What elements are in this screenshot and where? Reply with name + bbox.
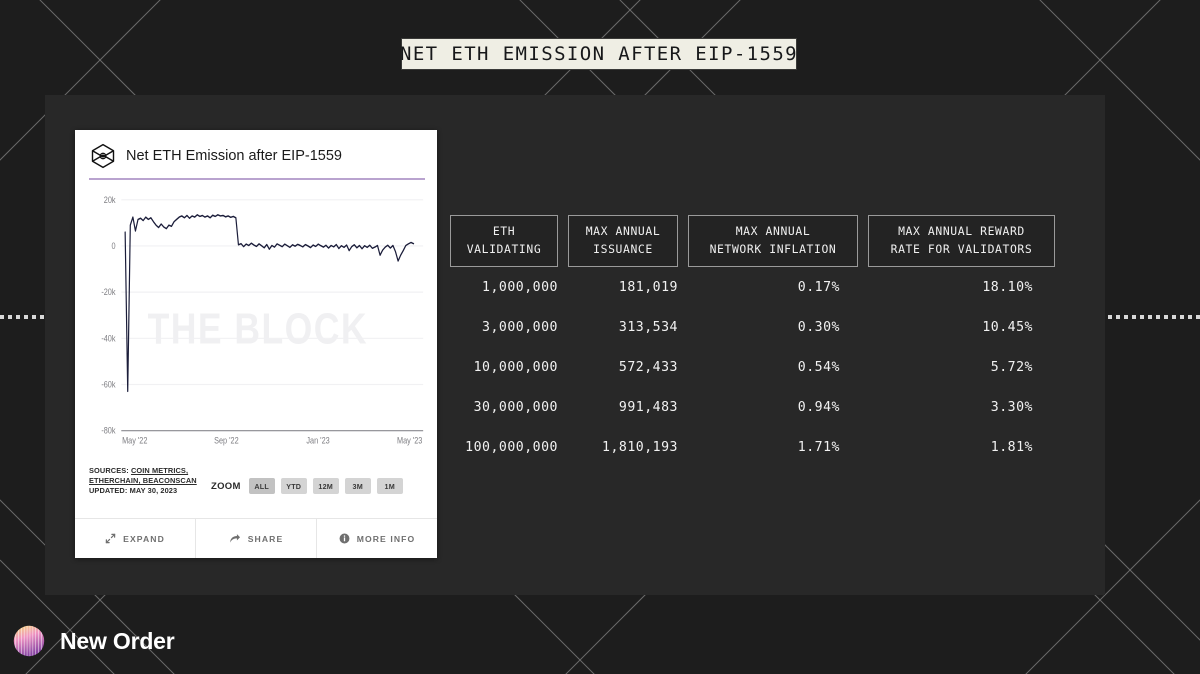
chart-card-header: Net ETH Emission after EIP-1559 [75, 130, 437, 178]
header-line-1: MAX ANNUAL [736, 223, 811, 241]
zoom-option-3m[interactable]: 3M [345, 478, 371, 494]
chart-svg: THE BLOCK 20k 0 -20k -40k -60k -80k May '22 Se… [79, 188, 427, 466]
expand-button[interactable]: EXPAND [75, 519, 196, 558]
chart-y-tick: -80k [101, 426, 116, 436]
table-row: 3,000,000 313,534 0.30% 10.45% [450, 307, 1085, 347]
table-cell-eth-validating: 1,000,000 [450, 280, 558, 295]
table-cell-max-annual-network-inflation: 0.17% [688, 280, 858, 295]
table-row: 10,000,000 572,433 0.54% 5.72% [450, 347, 1085, 387]
header-line-2: RATE FOR VALIDATORS [891, 241, 1033, 259]
chart-data-line [125, 215, 413, 392]
chart-x-tick: May '23 [397, 436, 423, 446]
table-cell-eth-validating: 30,000,000 [450, 400, 558, 415]
chart-plot-area: THE BLOCK 20k 0 -20k -40k -60k -80k May '22 Se… [79, 188, 427, 466]
chart-watermark: THE BLOCK [148, 305, 368, 353]
zoom-option-all[interactable]: ALL [249, 478, 275, 494]
zoom-option-1m[interactable]: 1M [377, 478, 403, 494]
chart-y-tick: -20k [101, 288, 116, 298]
table-header-cell: MAX ANNUAL REWARDRATE FOR VALIDATORS [868, 215, 1055, 267]
chart-y-tick: 20k [104, 195, 117, 205]
more-info-label: MORE INFO [357, 534, 416, 544]
table-row: 1,000,000 181,019 0.17% 18.10% [450, 267, 1085, 307]
info-circle-icon [339, 533, 350, 544]
chart-x-tick: Sep '22 [214, 436, 239, 446]
table-cell-max-annual-issuance: 181,019 [568, 280, 678, 295]
sources-updated: UPDATED: MAY 30, 2023 [89, 486, 177, 495]
table-cell-max-annual-issuance: 572,433 [568, 360, 678, 375]
table-cell-max-annual-network-inflation: 0.94% [688, 400, 858, 415]
chart-y-tick: -40k [101, 334, 116, 344]
chart-y-tick: -60k [101, 380, 116, 390]
header-line-2: ISSUANCE [593, 241, 653, 259]
share-arrow-icon [229, 533, 241, 544]
content-panel: Net ETH Emission after EIP-1559 THE BLOC… [45, 95, 1105, 595]
chart-meta-strip: SOURCES: COIN METRICS, ETHERCHAIN, BEACO… [89, 466, 425, 518]
table-cell-max-annual-issuance: 313,534 [568, 320, 678, 335]
zoom-option-12m[interactable]: 12M [313, 478, 339, 494]
more-info-button[interactable]: MORE INFO [317, 519, 437, 558]
emission-table: ETHVALIDATINGMAX ANNUALISSUANCEMAX ANNUA… [450, 215, 1085, 467]
expand-arrows-icon [105, 533, 116, 544]
chart-sources: SOURCES: COIN METRICS, ETHERCHAIN, BEACO… [89, 466, 201, 495]
chart-zoom-controls[interactable]: ZOOM ALL YTD 12M 3M 1M [211, 478, 403, 494]
brand-name: New Order [60, 628, 175, 655]
share-button[interactable]: SHARE [196, 519, 317, 558]
expand-label: EXPAND [123, 534, 165, 544]
page-title: NET ETH EMISSION AFTER EIP-1559 [400, 43, 798, 65]
zoom-option-ytd[interactable]: YTD [281, 478, 307, 494]
chart-accent-rule [89, 178, 425, 180]
share-label: SHARE [248, 534, 284, 544]
chart-x-tick: May '22 [122, 436, 148, 446]
table-cell-eth-validating: 100,000,000 [450, 440, 558, 455]
table-cell-max-annual-reward-rate: 1.81% [868, 440, 1055, 455]
table-cell-max-annual-reward-rate: 5.72% [868, 360, 1055, 375]
table-cell-max-annual-network-inflation: 0.30% [688, 320, 858, 335]
table-cell-max-annual-network-inflation: 1.71% [688, 440, 858, 455]
sources-prefix: SOURCES: [89, 466, 131, 475]
the-block-cube-icon [89, 142, 117, 170]
table-header-cell: MAX ANNUALISSUANCE [568, 215, 678, 267]
chart-x-tick: Jan '23 [306, 436, 330, 446]
table-cell-max-annual-issuance: 991,483 [568, 400, 678, 415]
chart-title: Net ETH Emission after EIP-1559 [126, 148, 342, 164]
dotted-rule-right [1100, 315, 1200, 319]
header-line-1: MAX ANNUAL REWARD [898, 223, 1025, 241]
table-row: 30,000,000 991,483 0.94% 3.30% [450, 387, 1085, 427]
table-body: 1,000,000 181,019 0.17% 18.10% 3,000,000 313,… [450, 267, 1085, 467]
slide-title-banner: NET ETH EMISSION AFTER EIP-1559 [401, 38, 797, 70]
header-line-2: VALIDATING [467, 241, 542, 259]
table-cell-eth-validating: 10,000,000 [450, 360, 558, 375]
table-cell-eth-validating: 3,000,000 [450, 320, 558, 335]
table-header-cell: MAX ANNUALNETWORK INFLATION [688, 215, 858, 267]
table-cell-max-annual-reward-rate: 18.10% [868, 280, 1055, 295]
table-header-row: ETHVALIDATINGMAX ANNUALISSUANCEMAX ANNUA… [450, 215, 1085, 267]
table-cell-max-annual-network-inflation: 0.54% [688, 360, 858, 375]
slide-canvas: NET ETH EMISSION AFTER EIP-1559 Net ETH … [0, 0, 1200, 674]
table-cell-max-annual-reward-rate: 3.30% [868, 400, 1055, 415]
table-cell-max-annual-reward-rate: 10.45% [868, 320, 1055, 335]
table-header-cell: ETHVALIDATING [450, 215, 558, 267]
header-line-1: MAX ANNUAL [586, 223, 661, 241]
header-line-1: ETH [493, 223, 515, 241]
dotted-rule-left [0, 315, 46, 319]
table-row: 100,000,000 1,810,193 1.71% 1.81% [450, 427, 1085, 467]
zoom-label: ZOOM [211, 481, 241, 492]
the-block-chart-card: Net ETH Emission after EIP-1559 THE BLOC… [75, 130, 437, 558]
chart-y-tick: 0 [111, 241, 115, 251]
chart-card-actions[interactable]: EXPAND SHARE MORE INFO [75, 518, 437, 558]
new-order-striped-circle-icon [10, 618, 48, 664]
header-line-2: NETWORK INFLATION [710, 241, 837, 259]
table-cell-max-annual-issuance: 1,810,193 [568, 440, 678, 455]
brand-footer: New Order [10, 618, 175, 664]
